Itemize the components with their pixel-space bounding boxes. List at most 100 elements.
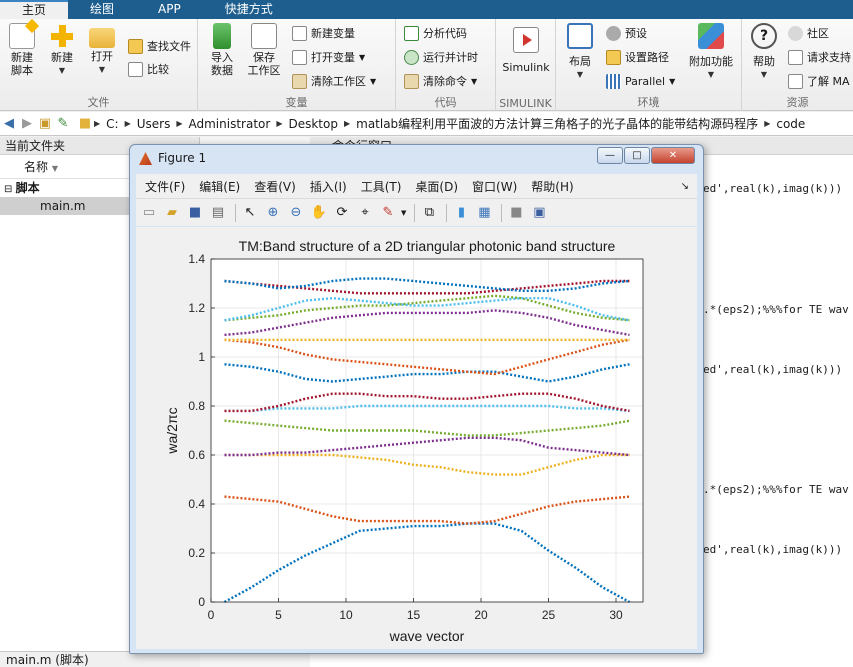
x-tick-label: 15 (407, 608, 421, 622)
save-workspace-icon (251, 23, 277, 49)
figure-canvas[interactable]: 0 5 10 15 20 25 30 0 0.2 0.4 0.6 0.8 1 1.2 1.4 TM:Band… (136, 227, 697, 649)
preferences-label: 预设 (625, 27, 647, 40)
save-icon[interactable]: ■ (185, 203, 205, 223)
import-data-button[interactable]: 导入 数据 (202, 23, 242, 77)
pan-icon[interactable]: ✋ (309, 203, 329, 223)
print-icon[interactable]: ▤ (208, 203, 228, 223)
clear-workspace-button[interactable]: 清除工作区 ▼ (292, 71, 376, 91)
x-tick-label: 5 (275, 608, 282, 622)
tab-shortcuts[interactable]: 快捷方式 (203, 0, 295, 19)
colorbar-icon[interactable]: ▮ (451, 203, 471, 223)
new-variable-label: 新建变量 (311, 27, 355, 40)
parallel-icon (606, 73, 621, 89)
rotate-icon[interactable]: ⟳ (332, 203, 352, 223)
show-plot-tools-icon[interactable]: ▣ (529, 203, 549, 223)
figure-window[interactable]: Figure 1 — □ ✕ 文件(F) 编辑(E) 查看(V) 插入(I) 工… (129, 144, 704, 654)
up-folder-icon[interactable]: ▣ (36, 116, 54, 131)
community-button[interactable]: 社区 (788, 23, 829, 43)
chevron-down-icon[interactable]: ▼ (401, 209, 406, 217)
new-variable-button[interactable]: 新建变量 (292, 23, 355, 43)
y-tick-label: 1.4 (188, 252, 205, 266)
hide-plot-tools-icon[interactable]: ■ (506, 203, 526, 223)
tab-apps[interactable]: APP (136, 0, 203, 19)
group-resources-label: 资源 (786, 96, 809, 109)
browse-folder-icon[interactable]: ✎ (54, 116, 72, 131)
community-label: 社区 (807, 27, 829, 40)
zoom-out-icon[interactable]: ⊖ (286, 203, 306, 223)
figure-title-bar[interactable]: Figure 1 — □ ✕ (130, 145, 703, 173)
x-tick-label: 10 (339, 608, 353, 622)
import-icon (213, 23, 231, 49)
forward-arrow-icon[interactable]: ▶ (18, 116, 36, 131)
open-variable-button[interactable]: 打开变量 ▼ (292, 47, 365, 67)
command-output-line: ed',real(k),imag(k))) (703, 182, 843, 195)
compare-button[interactable]: 比较 (128, 59, 169, 79)
menu-window[interactable]: 窗口(W) (463, 178, 522, 195)
preferences-button[interactable]: 预设 (606, 23, 647, 43)
data-cursor-icon[interactable]: ⌖ (355, 203, 375, 223)
layout-label: 布局 (569, 55, 591, 68)
set-path-button[interactable]: 设置路径 (606, 47, 669, 67)
community-icon (788, 25, 803, 41)
new-figure-icon[interactable]: ▭ (139, 203, 159, 223)
menu-insert[interactable]: 插入(I) (301, 178, 352, 195)
tab-home[interactable]: 主页 (0, 0, 69, 19)
maximize-button[interactable]: □ (624, 147, 650, 164)
breadcrumb-item[interactable]: C: (100, 117, 124, 131)
chevron-down-icon: ▼ (58, 66, 66, 75)
y-tick-label: 0.8 (188, 399, 205, 413)
new-script-button[interactable]: 新建 脚本 (2, 18, 42, 77)
menu-tools[interactable]: 工具(T) (352, 178, 407, 195)
tree-node-scripts-label: 脚本 (15, 181, 40, 195)
help-button[interactable]: ? 帮助 ▼ (744, 23, 784, 81)
menu-desktop[interactable]: 桌面(D) (406, 178, 463, 195)
breadcrumb-item[interactable]: matlab编程利用平面波的方法计算三角格子的光子晶体的能带结构源码程序 (350, 115, 764, 132)
new-script-icon (9, 18, 40, 49)
add-ons-button[interactable]: 附加功能 ▼ (686, 23, 736, 81)
dock-arrow-icon[interactable]: ↘ (681, 181, 689, 192)
layout-button[interactable]: 布局 ▼ (560, 23, 600, 81)
figure-title: Figure 1 (158, 151, 207, 165)
tab-plots[interactable]: 绘图 (68, 0, 136, 19)
clear-commands-button[interactable]: 清除命令 ▼ (404, 71, 477, 91)
command-output-line: .*(eps2);%%%for TE wav (703, 303, 849, 316)
zoom-in-icon[interactable]: ⊕ (263, 203, 283, 223)
open-button[interactable]: 打开 ▼ (82, 23, 122, 76)
figure-menu-bar: 文件(F) 编辑(E) 查看(V) 插入(I) 工具(T) 桌面(D) 窗口(W… (136, 174, 697, 198)
new-label: 新建 (51, 51, 73, 64)
request-support-button[interactable]: 请求支持 (788, 47, 851, 67)
run-and-time-button[interactable]: 运行并计时 (404, 47, 478, 67)
simulink-button[interactable]: Simulink (500, 27, 552, 74)
close-button[interactable]: ✕ (651, 147, 695, 164)
breadcrumb-item[interactable]: Desktop (282, 117, 344, 131)
breadcrumb-item[interactable]: Administrator (183, 117, 277, 131)
group-simulink-label: SIMULINK (499, 97, 552, 110)
menu-edit[interactable]: 编辑(E) (190, 178, 245, 195)
legend-icon[interactable]: ▦ (474, 203, 494, 223)
parallel-label: Parallel (625, 74, 666, 88)
breadcrumb-item[interactable]: Users (131, 117, 177, 131)
new-script-label: 新建 脚本 (11, 51, 33, 77)
brush-icon[interactable]: ✎ (378, 203, 398, 223)
help-label: 帮助 (753, 55, 775, 68)
pointer-icon[interactable]: ↖ (240, 203, 260, 223)
analyze-code-button[interactable]: 分析代码 (404, 23, 467, 43)
find-files-button[interactable]: 查找文件 (128, 36, 191, 56)
tree-file-main-label: main.m (40, 199, 86, 213)
open-file-icon[interactable]: ▰ (162, 203, 182, 223)
breadcrumb-item[interactable]: code (770, 117, 811, 131)
menu-file[interactable]: 文件(F) (136, 178, 190, 195)
link-plot-icon[interactable]: ⧉ (419, 203, 439, 223)
y-tick-label: 0.4 (188, 497, 205, 511)
menu-view[interactable]: 查看(V) (245, 178, 301, 195)
save-workspace-label: 保存 工作区 (247, 51, 281, 77)
learn-matlab-button[interactable]: 了解 MA (788, 71, 850, 91)
save-workspace-button[interactable]: 保存 工作区 (244, 23, 284, 77)
parallel-button[interactable]: Parallel ▼ (606, 71, 675, 91)
back-arrow-icon[interactable]: ◀ (0, 116, 18, 131)
minimize-button[interactable]: — (597, 147, 623, 164)
new-button[interactable]: 新建 ▼ (42, 23, 82, 77)
chevron-down-icon: ▼ (359, 52, 366, 62)
menu-help[interactable]: 帮助(H) (522, 178, 578, 195)
request-support-icon (788, 49, 803, 65)
